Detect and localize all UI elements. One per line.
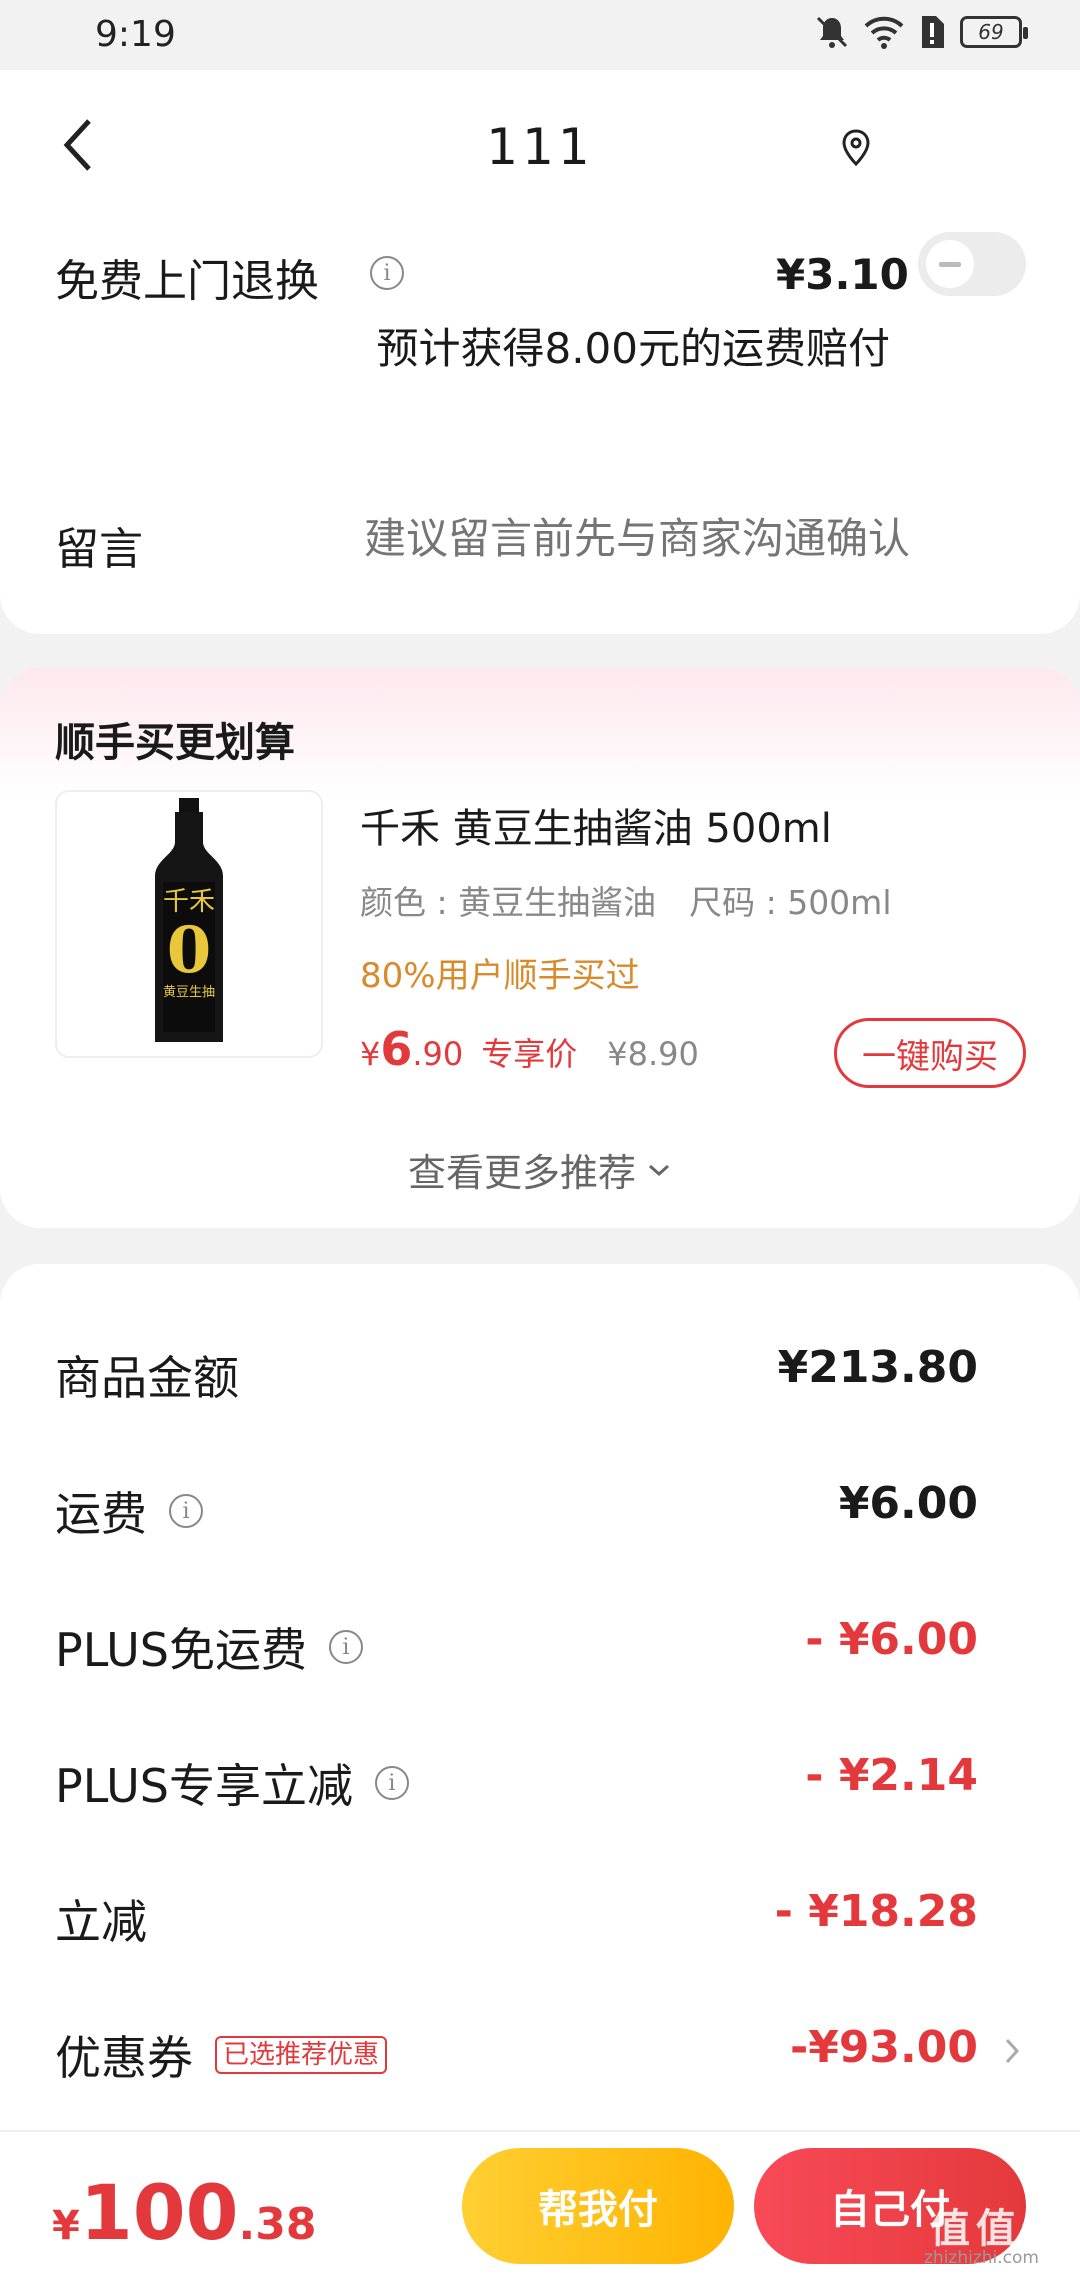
product-hint: 80%用户顺手买过 xyxy=(360,956,640,996)
help-me-pay-button[interactable]: 帮我付 xyxy=(462,2148,734,2264)
total-dec: .38 xyxy=(238,2199,317,2250)
summary-row-plus-discount: PLUS专享立减 i xyxy=(55,1750,409,1816)
price-symbol: ¥ xyxy=(360,1035,381,1073)
message-input[interactable] xyxy=(364,506,1004,570)
coupon-label: 优惠券 xyxy=(55,2031,193,2085)
total-currency: ¥ xyxy=(52,2203,80,2249)
bottle-big: 0 xyxy=(167,913,212,988)
product-price: ¥ 6 .90 专享价 ¥8.90 xyxy=(360,1022,699,1076)
return-service-toggle[interactable] xyxy=(918,232,1026,296)
location-pin-icon[interactable] xyxy=(838,128,874,168)
price-dec: .90 xyxy=(412,1035,464,1073)
original-price: ¥8.90 xyxy=(607,1035,699,1073)
row-label: PLUS专享立减 xyxy=(55,1759,353,1813)
wifi-icon xyxy=(864,16,904,49)
info-icon[interactable]: i xyxy=(370,256,404,290)
product-image[interactable]: 千禾 0 黄豆生抽 xyxy=(55,790,323,1058)
battery-icon: 69 xyxy=(960,16,1028,48)
row-label: 运费 xyxy=(55,1487,147,1541)
product-spec: 颜色 : 黄豆生抽酱油 尺码 : 500ml xyxy=(360,883,892,922)
total-price: ¥ 100 .38 xyxy=(52,2168,316,2257)
bottle-sub: 黄豆生抽 xyxy=(163,985,215,1000)
chevron-right-icon[interactable] xyxy=(1002,2034,1022,2068)
recommend-title: 顺手买更划算 xyxy=(55,720,295,766)
price-tag: 专享价 xyxy=(481,1035,578,1073)
row-value: ¥6.00 xyxy=(838,1478,978,1529)
info-icon[interactable]: i xyxy=(328,1630,363,1664)
summary-row-shipping: 运费 i xyxy=(55,1478,203,1544)
page-title: 111 xyxy=(486,118,594,176)
coupon-tag: 已选推荐优惠 xyxy=(215,2036,388,2074)
row-label: 立减 xyxy=(55,1895,147,1949)
summary-row-goods: 商品金额 xyxy=(55,1342,239,1408)
info-icon[interactable]: i xyxy=(374,1766,409,1800)
summary-row-plus-shipping: PLUS免运费 i xyxy=(55,1614,363,1680)
one-click-buy-button[interactable]: 一键购买 xyxy=(834,1018,1026,1088)
status-icons: 69 xyxy=(814,14,1028,50)
message-label: 留言 xyxy=(55,524,143,575)
summary-row-instant-discount: 立减 xyxy=(55,1886,147,1952)
summary-row-coupon[interactable]: 优惠券 已选推荐优惠 xyxy=(55,2022,388,2088)
row-label: PLUS免运费 xyxy=(55,1623,307,1677)
more-recommend-link[interactable]: 查看更多推荐 xyxy=(0,1142,1080,1197)
row-value: - ¥6.00 xyxy=(805,1614,978,1665)
mute-bell-icon xyxy=(816,16,848,48)
coupon-value[interactable]: -¥93.00 xyxy=(790,2022,978,2073)
more-recommend-label: 查看更多推荐 xyxy=(407,1151,636,1195)
price-int: 6 xyxy=(380,1022,413,1076)
watermark-logo: 值 值 值 xyxy=(930,2206,1062,2252)
watermark-url: zhizhizhi.com xyxy=(924,2248,1039,2268)
toggle-knob xyxy=(926,240,974,288)
return-service-label: 免费上门退换 xyxy=(55,256,319,307)
chevron-down-icon xyxy=(649,1164,669,1176)
row-label: 商品金额 xyxy=(55,1351,239,1405)
return-service-note: 预计获得8.00元的运费赔付 xyxy=(376,324,890,373)
row-value: - ¥18.28 xyxy=(774,1886,978,1937)
return-service-price: ¥3.10 xyxy=(776,250,909,299)
row-value: - ¥2.14 xyxy=(805,1750,978,1801)
total-int: 100 xyxy=(79,2168,239,2257)
row-value: ¥213.80 xyxy=(777,1342,978,1393)
soy-sauce-bottle-icon: 千禾 0 黄豆生抽 xyxy=(155,798,223,1042)
product-name: 千禾 黄豆生抽酱油 500ml xyxy=(360,806,832,852)
sim-alert-icon xyxy=(922,16,944,48)
info-icon[interactable]: i xyxy=(169,1494,203,1528)
status-time: 9:19 xyxy=(95,14,176,55)
